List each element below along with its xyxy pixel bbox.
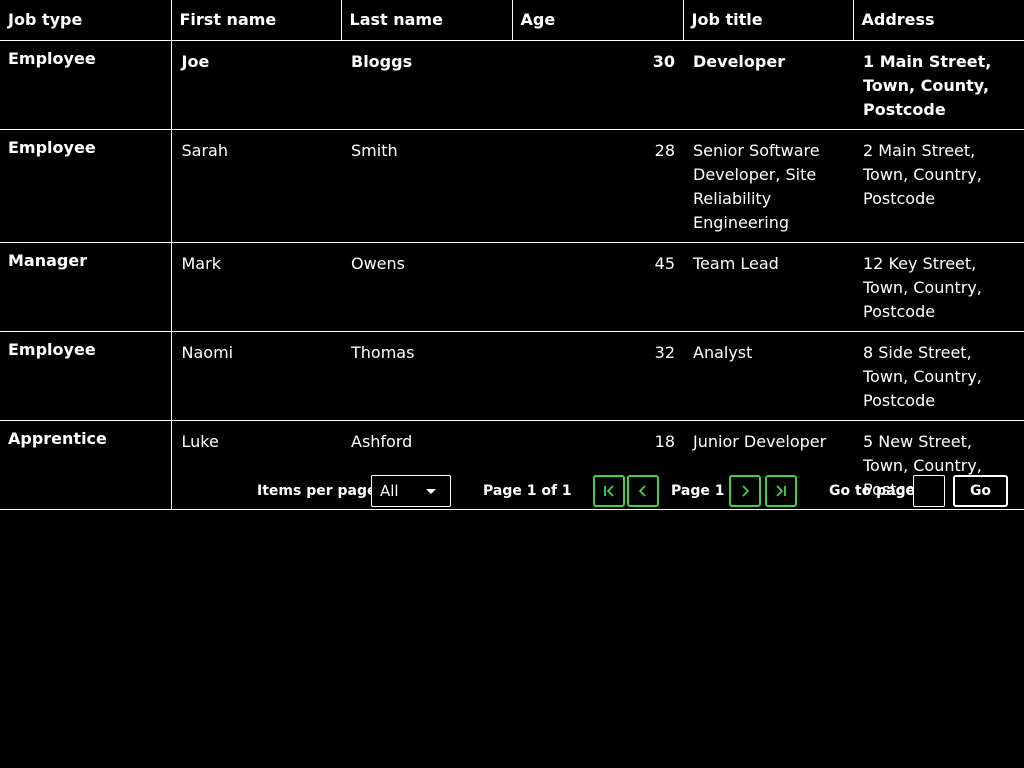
- cell-job-type: Manager: [0, 242, 172, 332]
- cell-address: 1 Main Street, Town, County, Postcode: [853, 40, 1024, 130]
- go-button[interactable]: Go: [953, 475, 1008, 507]
- first-page-button[interactable]: [593, 475, 625, 507]
- table-row[interactable]: Employee Joe Bloggs 30 Developer 1 Main …: [0, 40, 1024, 130]
- header-last-name: Last name: [341, 0, 513, 41]
- cell-first-name: Naomi: [171, 331, 341, 421]
- cell-first-name: Joe: [171, 40, 341, 130]
- table-row[interactable]: Employee Naomi Thomas 32 Analyst 8 Side …: [0, 331, 1024, 421]
- cell-first-name: Sarah: [171, 129, 341, 243]
- header-first-name: First name: [171, 0, 342, 41]
- cell-job-type: Employee: [0, 129, 172, 243]
- cell-age: 32: [512, 331, 683, 421]
- cell-first-name: Mark: [171, 242, 341, 332]
- pagination-bar: Items per page All Page 1 of 1 Page 1 Go…: [0, 475, 1024, 507]
- page-info: Page 1 of 1: [483, 483, 572, 499]
- chevron-down-icon: [426, 489, 436, 494]
- previous-page-button[interactable]: [627, 475, 659, 507]
- cell-age: 45: [512, 242, 683, 332]
- cell-last-name: Smith: [341, 129, 512, 243]
- header-age: Age: [512, 0, 684, 41]
- previous-page-icon: [638, 485, 646, 497]
- items-per-page-value: All: [380, 482, 399, 500]
- last-page-icon: [776, 485, 786, 497]
- table-row[interactable]: Manager Mark Owens 45 Team Lead 12 Key S…: [0, 242, 1024, 332]
- cell-address: 2 Main Street, Town, Country, Postcode: [853, 129, 1024, 243]
- next-page-button[interactable]: [729, 475, 761, 507]
- data-table: Job type First name Last name Age Job ti…: [0, 0, 1024, 510]
- go-to-page-label: Go to page: [829, 483, 916, 499]
- cell-job-type: Employee: [0, 331, 172, 421]
- cell-last-name: Thomas: [341, 331, 512, 421]
- go-to-page-input[interactable]: [913, 475, 945, 507]
- header-address: Address: [853, 0, 1024, 41]
- table-row[interactable]: Employee Sarah Smith 28 Senior Software …: [0, 129, 1024, 243]
- last-page-button[interactable]: [765, 475, 797, 507]
- cell-job-title: Senior Software Developer, Site Reliabil…: [683, 129, 853, 243]
- items-per-page-label: Items per page: [257, 483, 377, 499]
- cell-address: 8 Side Street, Town, Country, Postcode: [853, 331, 1024, 421]
- cell-age: 30: [512, 40, 683, 130]
- items-per-page-select[interactable]: All: [371, 475, 451, 507]
- first-page-icon: [604, 485, 614, 497]
- header-job-type: Job type: [0, 0, 172, 41]
- header-job-title: Job title: [683, 0, 854, 41]
- current-page: Page 1: [671, 483, 725, 499]
- cell-job-title: Developer: [683, 40, 853, 130]
- cell-job-title: Team Lead: [683, 242, 853, 332]
- cell-last-name: Owens: [341, 242, 512, 332]
- cell-job-type: Employee: [0, 40, 172, 130]
- cell-last-name: Bloggs: [341, 40, 512, 130]
- next-page-icon: [742, 485, 750, 497]
- table-header-row: Job type First name Last name Age Job ti…: [0, 0, 1024, 41]
- cell-address: 12 Key Street, Town, Country, Postcode: [853, 242, 1024, 332]
- cell-age: 28: [512, 129, 683, 243]
- cell-job-title: Analyst: [683, 331, 853, 421]
